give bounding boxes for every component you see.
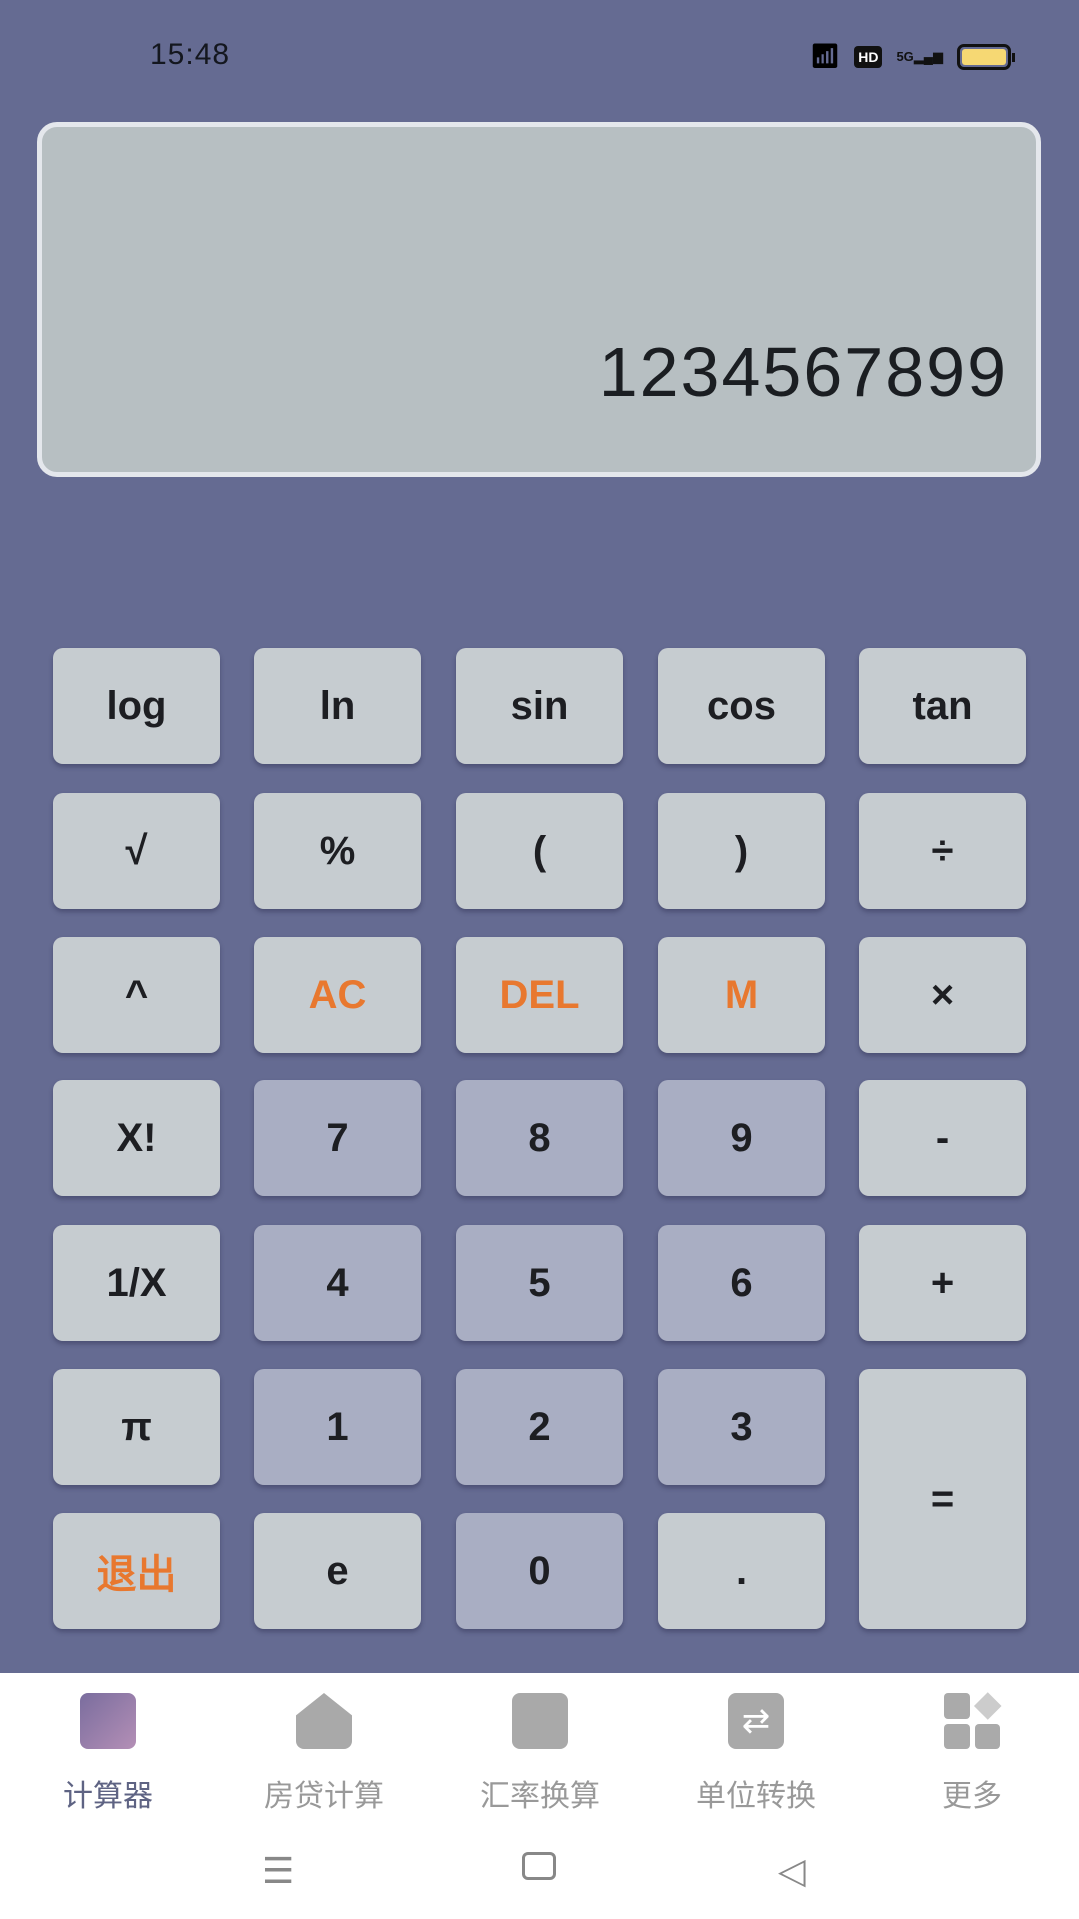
key-button[interactable]: ln: [254, 648, 421, 764]
key-button[interactable]: .: [658, 1513, 825, 1629]
key-button[interactable]: 1: [254, 1369, 421, 1485]
tab-label: 计算器: [63, 1780, 153, 1813]
bar-chart-icon: [512, 1693, 568, 1749]
key-button[interactable]: M: [658, 937, 825, 1053]
home-nav-icon[interactable]: [522, 1852, 556, 1880]
tab-mortgage[interactable]: 房贷计算: [216, 1693, 432, 1815]
key-button[interactable]: 5: [456, 1225, 623, 1341]
tab-unit-convert[interactable]: ⇄ 单位转换: [648, 1693, 864, 1815]
key-button[interactable]: log: [53, 648, 220, 764]
status-bar: 15:48 📶︎ HD 5G▂▄▆: [0, 0, 1079, 110]
key-button[interactable]: ÷: [859, 793, 1026, 909]
key-button[interactable]: π: [53, 1369, 220, 1485]
key-button[interactable]: 8: [456, 1080, 623, 1196]
wifi-icon: 📶︎: [809, 43, 841, 70]
key-button[interactable]: 1/X: [53, 1225, 220, 1341]
calculator-icon: [80, 1693, 136, 1749]
tab-label: 更多: [942, 1780, 1002, 1813]
key-button[interactable]: =: [859, 1369, 1026, 1629]
grid-more-icon: [944, 1692, 1001, 1749]
swap-arrows-icon: ⇄: [728, 1693, 784, 1749]
key-button[interactable]: 3: [658, 1369, 825, 1485]
bottom-navigation: 计算器 房贷计算 汇率换算 ⇄ 单位转换 更多: [0, 1673, 1079, 1919]
key-button[interactable]: 7: [254, 1080, 421, 1196]
key-button[interactable]: DEL: [456, 937, 623, 1053]
key-button[interactable]: +: [859, 1225, 1026, 1341]
key-button[interactable]: cos: [658, 648, 825, 764]
key-button[interactable]: √: [53, 793, 220, 909]
key-button[interactable]: ): [658, 793, 825, 909]
tab-more[interactable]: 更多: [864, 1692, 1079, 1815]
key-button[interactable]: ^: [53, 937, 220, 1053]
tab-label: 房贷计算: [264, 1780, 384, 1813]
signal-icon: 5G▂▄▆: [896, 48, 943, 64]
key-button[interactable]: tan: [859, 648, 1026, 764]
tab-calculator[interactable]: 计算器: [0, 1693, 216, 1815]
network-type: 5G: [896, 48, 914, 64]
key-button[interactable]: 6: [658, 1225, 825, 1341]
house-yuan-icon: [296, 1693, 352, 1749]
tab-label: 汇率换算: [480, 1780, 600, 1813]
key-button[interactable]: (: [456, 793, 623, 909]
key-button[interactable]: 9: [658, 1080, 825, 1196]
calculator-display: 1234567899: [37, 122, 1041, 477]
key-button[interactable]: sin: [456, 648, 623, 764]
hd-icon: HD: [854, 45, 883, 68]
display-value: 1234567899: [598, 333, 1008, 411]
key-button[interactable]: %: [254, 793, 421, 909]
tab-exchange[interactable]: 汇率换算: [432, 1693, 648, 1815]
key-button[interactable]: AC: [254, 937, 421, 1053]
key-button[interactable]: 4: [254, 1225, 421, 1341]
tab-label: 单位转换: [696, 1780, 816, 1813]
key-button[interactable]: 退出: [53, 1513, 220, 1629]
key-button[interactable]: e: [254, 1513, 421, 1629]
key-button[interactable]: X!: [53, 1080, 220, 1196]
menu-nav-icon[interactable]: ☰: [262, 1850, 294, 1892]
key-button[interactable]: -: [859, 1080, 1026, 1196]
key-button[interactable]: 0: [456, 1513, 623, 1629]
key-button[interactable]: 2: [456, 1369, 623, 1485]
back-nav-icon[interactable]: ◁: [778, 1850, 806, 1892]
clock: 15:48: [150, 38, 231, 71]
battery-icon: [957, 43, 1015, 70]
key-button[interactable]: ×: [859, 937, 1026, 1053]
